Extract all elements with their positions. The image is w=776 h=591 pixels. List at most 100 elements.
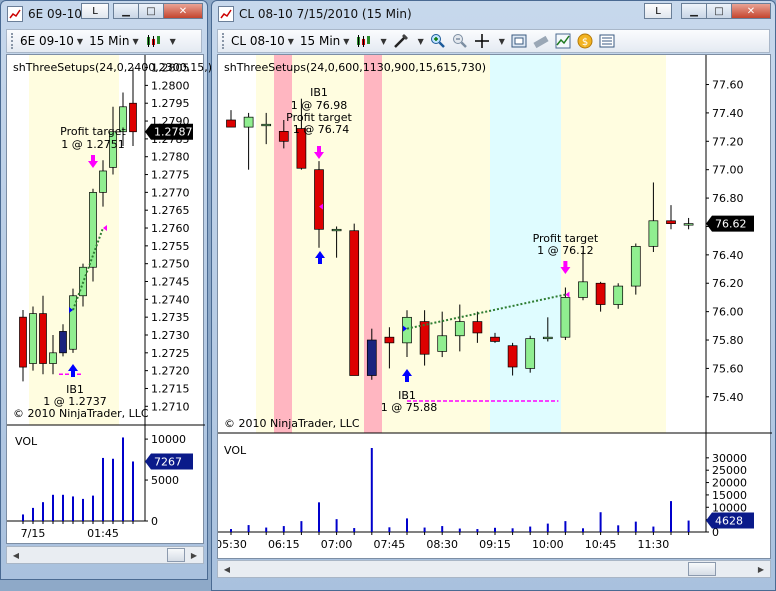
zoom-in-icon[interactable] (430, 33, 446, 49)
scroll-thumb[interactable] (688, 562, 716, 576)
volume-panel-label: VOL (224, 444, 247, 457)
volume-tick-label: 30000 (712, 452, 747, 465)
minimize-icon[interactable]: ▁ (113, 3, 139, 19)
time-tick-label: 05:30 (218, 538, 247, 551)
price-tick-label: 1.2710 (151, 400, 190, 413)
volume-tick-label: 20000 (712, 477, 747, 490)
close-icon[interactable]: ✕ (731, 3, 771, 19)
last-volume-label: 7267 (154, 455, 182, 468)
price-tick-label: 1.2730 (151, 329, 190, 342)
price-tick-label: 76.20 (712, 277, 744, 290)
trade-annotation: 1 @ 76.74 (293, 123, 349, 136)
chevron-down-icon: ▼ (132, 36, 139, 46)
candlestick-style-icon[interactable] (145, 33, 161, 49)
left-price-chart[interactable]: 1.28051.28001.27951.27901.27851.27801.27… (6, 54, 212, 544)
price-tick-label: 76.40 (712, 249, 744, 262)
price-tick-label: 1.2745 (151, 276, 190, 289)
maximize-icon[interactable]: □ (138, 3, 164, 19)
drawing-tool-icon[interactable] (393, 33, 409, 49)
right-toolbar: CL 08-10 ▼ 15 Min ▼ ▼ ▼ ▼ $ (217, 29, 770, 53)
instrument-selector[interactable]: CL 08-10 ▼ (231, 34, 294, 48)
left-horizontal-scrollbar[interactable]: ◀ ▶ (6, 546, 204, 564)
chevron-down-icon: ▼ (343, 36, 350, 46)
link-button[interactable]: L (644, 3, 672, 19)
close-icon[interactable]: ✕ (163, 3, 203, 19)
candle-body (507, 345, 518, 368)
dollar-icon[interactable]: $ (577, 33, 593, 49)
trade-annotation: IB1 (310, 86, 328, 99)
candle-body (648, 220, 659, 247)
candle-body (419, 321, 430, 355)
time-tick-label: 08:30 (426, 538, 458, 551)
price-tick-label: 77.60 (712, 79, 744, 92)
instrument-selector[interactable]: 6E 09-10 ▼ (20, 34, 83, 48)
toolbar-grip[interactable] (11, 33, 14, 49)
scroll-right-icon[interactable]: ▶ (753, 562, 769, 576)
candle-body (578, 281, 588, 298)
crosshair-icon[interactable] (474, 33, 490, 49)
candle-body (595, 282, 606, 305)
interval-selector[interactable]: 15 Min ▼ (300, 34, 350, 48)
price-tick-label: 1.2795 (151, 97, 190, 110)
price-tick-label: 75.60 (712, 362, 744, 375)
session-band (364, 55, 382, 433)
candle-body (261, 123, 272, 127)
candle-body (49, 352, 57, 364)
interval-selector[interactable]: 15 Min ▼ (89, 34, 139, 48)
candle-body (278, 131, 289, 142)
toolbar-grip[interactable] (222, 33, 225, 49)
volume-tick-label: 0 (151, 515, 158, 528)
copyright-label: © 2010 NinjaTrader, LLC (224, 417, 360, 430)
price-tick-label: 77.20 (712, 135, 744, 148)
trade-annotation: 1 @ 1.2751 (61, 138, 124, 151)
candlestick-style-icon[interactable] (355, 33, 371, 49)
interval-label: 15 Min (89, 34, 130, 48)
price-tick-label: 1.2735 (151, 311, 190, 324)
price-tick-label: 1.2740 (151, 293, 190, 306)
right-horizontal-scrollbar[interactable]: ◀ ▶ (217, 560, 771, 578)
volume-tick-label: 25000 (712, 464, 747, 477)
last-price-label: 1.2787 (154, 126, 193, 139)
candle-body (349, 230, 360, 376)
time-tick-label: 11:30 (638, 538, 670, 551)
link-button[interactable]: L (81, 3, 109, 19)
strategies-icon[interactable] (533, 33, 549, 49)
last-price-label: 76.62 (715, 218, 747, 231)
candle-body (331, 228, 342, 232)
right-window-title: CL 08-10 7/15/2010 (15 Min) (239, 7, 412, 21)
price-tick-label: 1.2775 (151, 169, 190, 182)
price-tick-label: 1.2765 (151, 204, 190, 217)
minimize-icon[interactable]: ▁ (681, 3, 707, 19)
candle-body (39, 313, 47, 364)
candle-body (99, 170, 107, 193)
scroll-left-icon[interactable]: ◀ (8, 548, 24, 562)
left-window-title: 6E 09-10 (28, 7, 82, 21)
properties-icon[interactable] (599, 33, 615, 49)
chevron-down-icon[interactable]: ▼ (418, 37, 424, 46)
time-tick-label: 01:45 (87, 527, 119, 540)
trade-annotation: 1 @ 75.88 (381, 401, 437, 414)
copyright-label: © 2010 NinjaTrader, LLC (13, 407, 149, 420)
scroll-thumb[interactable] (167, 548, 185, 562)
time-tick-label: 07:00 (321, 538, 353, 551)
data-box-icon[interactable] (511, 33, 527, 49)
indicators-icon[interactable] (555, 33, 571, 49)
candle-body (454, 321, 465, 337)
scroll-left-icon[interactable]: ◀ (219, 562, 235, 576)
candle-body (683, 223, 694, 226)
candle-body (59, 331, 67, 354)
chevron-down-icon[interactable]: ▼ (380, 37, 386, 46)
maximize-icon[interactable]: □ (706, 3, 732, 19)
candle-body (472, 321, 483, 334)
zoom-out-icon[interactable] (452, 33, 468, 49)
price-tick-label: 1.2755 (151, 240, 190, 253)
time-tick-label: 07:45 (374, 538, 406, 551)
chevron-down-icon: ▼ (287, 36, 294, 46)
right-price-chart[interactable]: 77.6077.4077.2077.0076.8076.6076.4076.20… (217, 54, 772, 559)
chevron-down-icon[interactable]: ▼ (499, 37, 505, 46)
price-tick-label: 1.2780 (151, 151, 190, 164)
candle-body (366, 339, 377, 376)
chevron-down-icon[interactable]: ▼ (170, 37, 176, 46)
scroll-right-icon[interactable]: ▶ (186, 548, 202, 562)
time-tick-label: 09:15 (479, 538, 511, 551)
